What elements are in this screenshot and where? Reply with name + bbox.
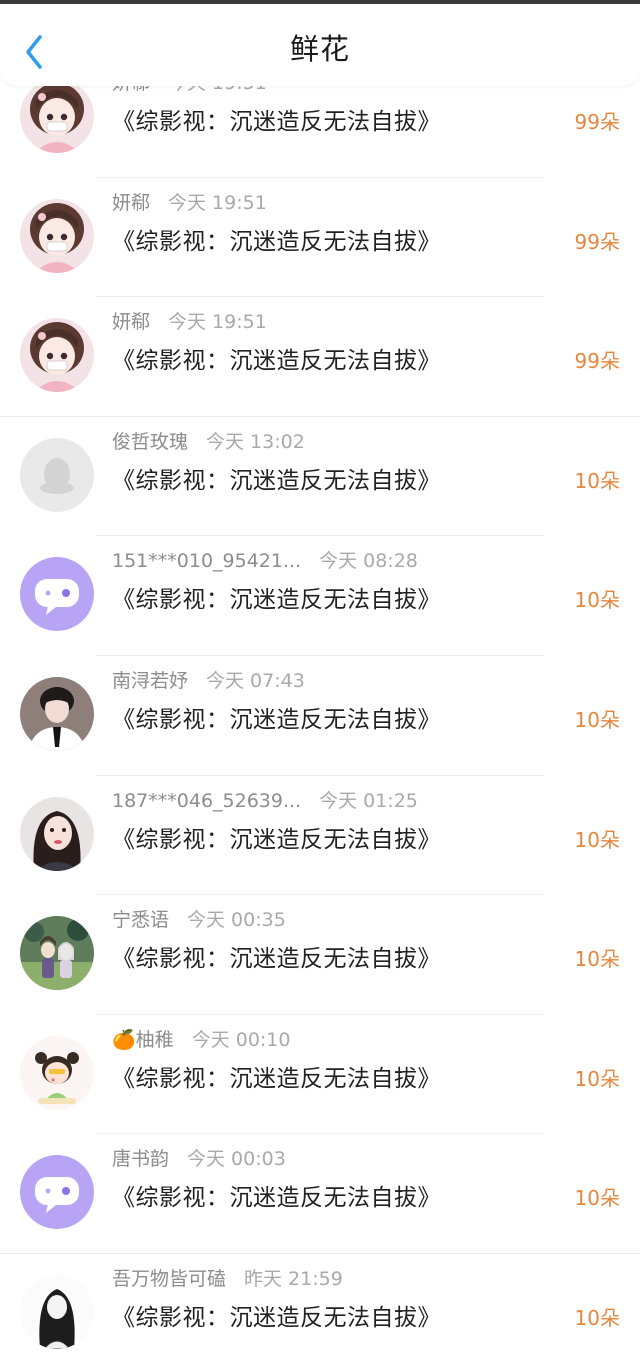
book-title[interactable]: 《综影视：沉迷造反无法自拔》 [112,939,441,973]
user-name[interactable]: 南浔若妤 [112,670,188,692]
book-title[interactable]: 《综影视：沉迷造反无法自拔》 [112,1178,441,1212]
name-line: 🍊柚稚 今天 00:10 [112,1025,290,1051]
timestamp: 今天 07:43 [206,669,305,692]
list-item[interactable]: 🍊柚稚 今天 00:10 《综影视：沉迷造反无法自拔》 10朵 [0,1015,640,1135]
timestamp: 今天 00:03 [187,1148,286,1171]
book-title[interactable]: 《综影视：沉迷造反无法自拔》 [112,102,441,136]
name-line: 南浔若妤 今天 07:43 [112,666,305,692]
avatar[interactable] [20,916,94,991]
timestamp: 今天 01:25 [319,789,418,812]
list-item[interactable]: 吾万物皆可磕 昨天 21:59 《综影视：沉迷造反无法自拔》 10朵 [0,1254,640,1353]
flower-amount: 99朵 [574,349,620,374]
user-name[interactable]: 妍郗 [112,311,150,333]
flower-amount: 99朵 [574,229,620,254]
avatar[interactable] [20,437,94,512]
timestamp: 今天 19:51 [168,311,267,334]
name-line: 151***010_95421... 今天 08:28 [112,546,418,572]
avatar[interactable] [20,318,94,393]
user-name[interactable]: 妍郗 [112,192,150,214]
book-title[interactable]: 《综影视：沉迷造反无法自拔》 [112,580,441,614]
flower-amount: 10朵 [574,1066,620,1091]
flower-amount: 10朵 [574,1186,620,1211]
name-line: 唐书韵 今天 00:03 [112,1144,286,1170]
anime-girl-avatar-icon [20,79,94,153]
flower-amount: 99朵 [574,110,620,134]
default-avatar-icon [20,437,94,512]
chat-bubble-avatar-icon [20,557,94,632]
list-item[interactable]: 南浔若妤 今天 07:43 《综影视：沉迷造反无法自拔》 10朵 [0,656,640,776]
name-line: 宁悉语 今天 00:35 [112,905,286,931]
book-title[interactable]: 《综影视：沉迷造反无法自拔》 [112,222,441,256]
orange-emoji-icon: 🍊 [112,1028,136,1051]
sketch-girl-avatar-icon [20,1274,94,1349]
timestamp: 昨天 21:59 [244,1267,343,1290]
flower-amount: 10朵 [574,588,620,613]
user-name[interactable]: 柚稚 [136,1029,174,1051]
book-title[interactable]: 《综影视：沉迷造反无法自拔》 [112,341,441,375]
list-item[interactable]: 151***010_95421... 今天 08:28 《综影视：沉迷造反无法自拔… [0,536,640,656]
book-title[interactable]: 《综影视：沉迷造反无法自拔》 [112,1059,441,1093]
name-line: 妍郗 今天 19:51 [112,188,267,214]
book-title[interactable]: 《综影视：沉迷造反无法自拔》 [112,461,441,495]
book-title[interactable]: 《综影视：沉迷造反无法自拔》 [112,820,441,854]
page-title: 鲜花 [289,32,350,66]
book-title[interactable]: 《综影视：沉迷造反无法自拔》 [112,700,441,734]
anime-girl-avatar-icon [20,318,94,393]
user-name[interactable]: 吾万物皆可磕 [112,1268,226,1290]
list-item[interactable]: 妍郗 今天 19:51 《综影视：沉迷造反无法自拔》 99朵 [0,78,640,178]
list-item[interactable]: 187***046_52639... 今天 01:25 《综影视：沉迷造反无法自拔… [0,776,640,896]
avatar[interactable] [20,198,94,273]
timestamp: 今天 00:10 [191,1028,291,1051]
list-item[interactable]: 俊哲玫瑰 今天 13:02 《综影视：沉迷造反无法自拔》 10朵 [0,417,640,537]
avatar[interactable] [20,1035,94,1110]
user-name[interactable]: 唐书韵 [112,1148,169,1170]
flower-amount: 10朵 [574,707,620,732]
avatar[interactable] [20,1155,94,1230]
name-line: 俊哲玫瑰 今天 13:02 [112,427,305,453]
user-name[interactable]: 187***046_52639... [112,790,301,812]
young-man-avatar-icon [20,676,94,751]
name-line: 吾万物皆可磕 昨天 21:59 [112,1264,343,1290]
timestamp: 今天 00:35 [187,909,286,932]
fantasy-couple-avatar-icon [20,916,94,991]
list-item[interactable]: 妍郗 今天 19:51 《综影视：沉迷造反无法自拔》 99朵 [0,178,640,298]
flower-amount: 10朵 [574,468,620,493]
user-name[interactable]: 宁悉语 [112,909,169,931]
avatar[interactable] [20,557,94,632]
name-line: 妍郗 今天 19:51 [112,307,267,333]
avatar[interactable] [20,676,94,751]
user-name[interactable]: 151***010_95421... [112,550,301,572]
timestamp: 今天 13:02 [206,430,305,453]
cartoon-girl-avatar-icon [20,1035,94,1110]
list-item[interactable]: 宁悉语 今天 00:35 《综影视：沉迷造反无法自拔》 10朵 [0,895,640,1015]
user-name[interactable]: 俊哲玫瑰 [112,431,188,453]
flower-amount: 10朵 [574,947,620,972]
flower-amount: 10朵 [574,827,620,852]
woman-avatar-icon [20,796,94,871]
flower-list[interactable]: 妍郗 今天 19:51 《综影视：沉迷造反无法自拔》 99朵 妍郗 今天 19:51… [0,78,640,1353]
list-item[interactable]: 唐书韵 今天 00:03 《综影视：沉迷造反无法自拔》 10朵 [0,1134,640,1254]
anime-girl-avatar-icon [20,198,94,273]
avatar[interactable] [20,79,94,153]
list-item[interactable]: 妍郗 今天 19:51 《综影视：沉迷造反无法自拔》 99朵 [0,297,640,417]
timestamp: 今天 08:28 [319,550,418,573]
flower-amount: 10朵 [574,1305,620,1330]
avatar[interactable] [20,1274,94,1349]
chat-bubble-avatar-icon [20,1155,94,1230]
name-line: 187***046_52639... 今天 01:25 [112,786,418,812]
book-title[interactable]: 《综影视：沉迷造反无法自拔》 [112,1298,441,1332]
timestamp: 今天 19:51 [168,191,267,214]
avatar[interactable] [20,796,94,871]
header: 鲜花 [0,4,640,86]
